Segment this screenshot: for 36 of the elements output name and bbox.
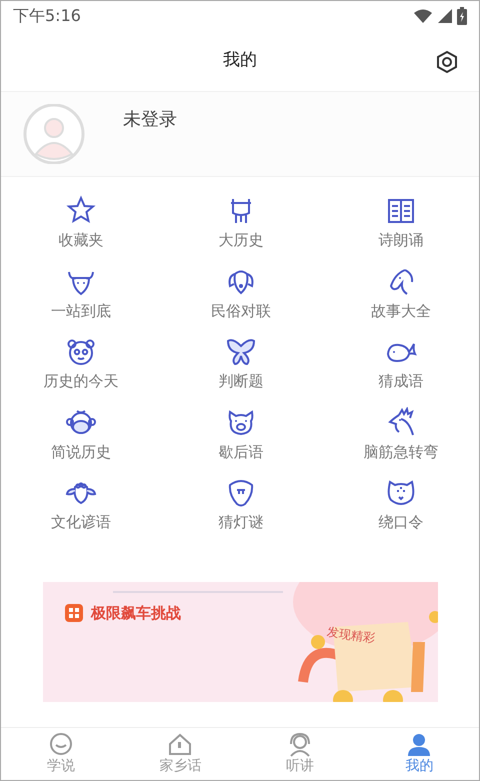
grid-menu-item[interactable]: 猜成语	[321, 336, 479, 392]
nav-tab[interactable]: 学说	[1, 728, 120, 780]
butterfly-icon	[225, 336, 257, 366]
page-title: 我的	[223, 49, 257, 72]
person-icon	[406, 732, 432, 758]
avatar-icon	[21, 104, 87, 164]
grid-menu-item[interactable]: 简说历史	[1, 406, 161, 463]
wifi-icon	[413, 8, 433, 24]
settings-icon	[435, 50, 459, 74]
grid-menu-item[interactable]: 诗朗诵	[321, 195, 479, 252]
grid-menu-item[interactable]: 绕口令	[321, 477, 479, 534]
signal-icon	[437, 8, 453, 24]
battery-icon	[457, 7, 467, 25]
grid-menu-item[interactable]: 判断题	[161, 336, 321, 392]
settings-button[interactable]	[435, 49, 459, 74]
grid-menu-item[interactable]: 故事大全	[321, 266, 479, 322]
nav-tab[interactable]: 家乡话	[120, 728, 240, 780]
grid-menu-item[interactable]: 歇后语	[161, 406, 321, 463]
grid-menu-item[interactable]: 一站到底	[1, 266, 161, 322]
nav-tab[interactable]: 听讲	[240, 728, 360, 780]
grid-menu-item[interactable]: 收藏夹	[1, 195, 161, 252]
status-time: 下午5:16	[13, 5, 81, 27]
grid-menu-item[interactable]: 民俗对联	[161, 266, 321, 322]
grid-menu-item[interactable]: 猜灯谜	[161, 477, 321, 534]
chat-smile-icon	[48, 732, 74, 758]
login-status[interactable]: 未登录	[123, 106, 177, 132]
banner-title: 极限飙车挑战	[91, 602, 181, 624]
star-icon	[65, 195, 97, 225]
grid-menu-item[interactable]: 大历史	[161, 195, 321, 252]
banner-stamp-text: 发现精彩	[326, 623, 376, 647]
grid-menu-item[interactable]: 历史的今天	[1, 336, 161, 392]
grid-menu-item[interactable]: 脑筋急转弯	[321, 406, 479, 463]
house-icon	[167, 732, 194, 758]
grid-menu-item[interactable]: 文化谚语	[1, 477, 161, 534]
nav-tab[interactable]: 我的	[360, 728, 479, 780]
app-logo-icon	[65, 604, 83, 622]
